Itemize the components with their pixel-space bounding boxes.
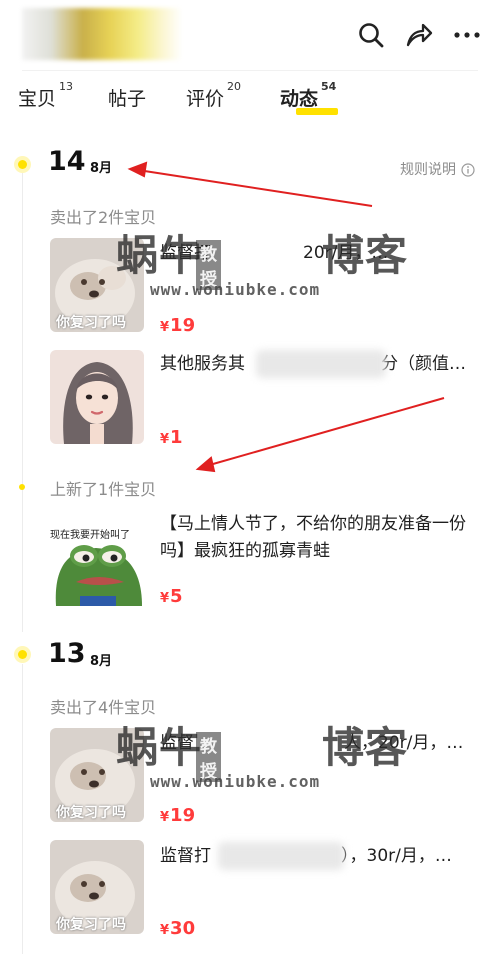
blurred-text: [256, 350, 386, 378]
annotation-arrow: [127, 161, 373, 207]
search-icon[interactable]: [356, 20, 386, 50]
thumb-caption: 你复习了吗: [56, 917, 126, 933]
timeline-dot: [18, 160, 27, 169]
tab-posts[interactable]: 帖子: [108, 84, 146, 111]
product-price: ¥5: [160, 586, 183, 607]
tab-items[interactable]: 宝贝13: [18, 80, 73, 111]
day-number: 13: [48, 638, 86, 669]
timeline-dot: [19, 484, 25, 490]
thumb-caption: 你复习了吗: [56, 805, 126, 821]
product-price: ¥19: [160, 315, 196, 336]
day-number: 14: [48, 146, 86, 177]
month-label: 8月: [90, 654, 113, 669]
product-price: ¥19: [160, 805, 196, 826]
tab-label: 评价: [186, 88, 225, 110]
rules-link[interactable]: 规则说明: [400, 159, 475, 179]
month-label: 8月: [90, 161, 113, 176]
timeline-line: [22, 664, 23, 954]
product-thumbnail[interactable]: [50, 350, 144, 444]
share-icon[interactable]: [404, 20, 434, 50]
info-icon: [461, 163, 475, 177]
tab-count: 54: [321, 79, 337, 93]
annotation-arrow: [195, 397, 445, 473]
tab-label: 帖子: [108, 88, 147, 110]
product-thumbnail[interactable]: 现在我要开始叫了: [50, 512, 144, 606]
tab-label: 动态: [280, 88, 319, 110]
new-section-label: 上新了1件宝贝: [50, 480, 157, 499]
tab-count: 20: [227, 79, 242, 93]
tab-bar: 宝贝13 帖子 评价20 动态54: [18, 80, 488, 116]
header-divider: [22, 70, 478, 71]
timeline-line: [22, 172, 23, 632]
product-price: ¥30: [160, 918, 196, 939]
product-thumbnail[interactable]: 你复习了吗: [50, 840, 144, 934]
timeline-dot: [18, 650, 27, 659]
product-price: ¥1: [160, 427, 183, 448]
thumb-caption: 你复习了吗: [56, 315, 126, 331]
tab-reviews[interactable]: 评价20: [186, 80, 241, 111]
rules-label: 规则说明: [400, 162, 456, 178]
tab-activity[interactable]: 动态54: [280, 80, 336, 111]
tab-label: 宝贝: [18, 88, 57, 110]
product-title[interactable]: 【马上情人节了，不给你的朋友准备一份吗】最疯狂的孤寡青蛙: [160, 511, 482, 565]
thumb-caption: 现在我要开始叫了: [50, 530, 130, 541]
blurred-shop-name[interactable]: [22, 8, 182, 60]
more-icon[interactable]: [452, 20, 482, 50]
shop-header: [0, 0, 500, 70]
blurred-text: [218, 842, 344, 870]
tab-count: 13: [59, 79, 74, 93]
